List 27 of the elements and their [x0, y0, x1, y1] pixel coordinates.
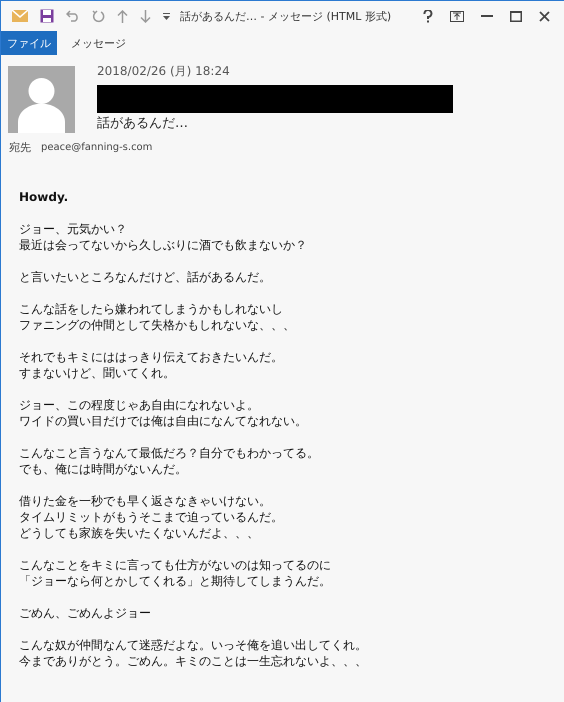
body-text-line: でも、俺には時間がないんだ。 [19, 461, 187, 477]
body-text-line: 「ジョーなら何とかしてくれる」と期待してしまうんだ。 [19, 573, 331, 589]
body-text-line: と言いたいところなんだけど、話があるんだ。 [19, 269, 271, 285]
body-text-line: どうしても家族を失いたくないんだよ、、、 [19, 525, 259, 541]
body-text-line: すまないけど、聞いてくれ。 [19, 365, 175, 381]
sent-date: 2018/02/26 (月) 18:24 [97, 63, 230, 79]
body-text-line: それでもキミにははっきり伝えておきたいんだ。 [19, 349, 283, 365]
body-text-line: ファニングの仲間として失格かもしれないな、、、 [19, 317, 295, 333]
body-text-line: こんな話をしたら嫌われてしまうかもしれないし [19, 301, 283, 317]
body-text-line: 借りた金を一秒でも早く返さなきゃいけない。 [19, 493, 271, 509]
subject-text: 話があるんだ… [97, 115, 188, 133]
body-text-line: ジョー、元気かい？ [19, 221, 127, 237]
body-text-line: こんな奴が仲間なんて迷惑だよな。いっそ俺を追い出してくれ。 [19, 637, 367, 653]
body-text-line: ワイドの買い目だけでは俺は自由になんてなれない。 [19, 413, 307, 429]
ribbon-tab[interactable]: メッセージ [57, 31, 140, 55]
body-text-line: ジョー、この程度じゃあ自由になれないよ。 [19, 397, 259, 413]
body-text-line: ごめん、ごめんよジョー [19, 605, 151, 621]
body-text-line: こんなこと言うなんて最低だろ？自分でもわかってる。 [19, 445, 319, 461]
window-title: 話があるんだ… - メッセージ (HTML 形式) [180, 8, 392, 24]
body-text-line: こんなことをキミに言っても仕方がないのは知ってるのに [19, 557, 331, 573]
to-label: 宛先 [9, 140, 31, 155]
ribbon-tab[interactable]: ファイル [1, 31, 57, 55]
body-text-line: タイムリミットがもうそこまで迫っているんだ。 [19, 509, 283, 525]
body-text-line: Howdy. [19, 189, 68, 205]
recipient-address: peace@fanning-s.com [41, 142, 152, 153]
body-text-line: 今までありがとう。ごめん。キミのことは一生忘れないよ、、、 [19, 653, 367, 669]
body-text-line: 最近は会ってないから久しぶりに酒でも飲まないか？ [19, 237, 307, 253]
